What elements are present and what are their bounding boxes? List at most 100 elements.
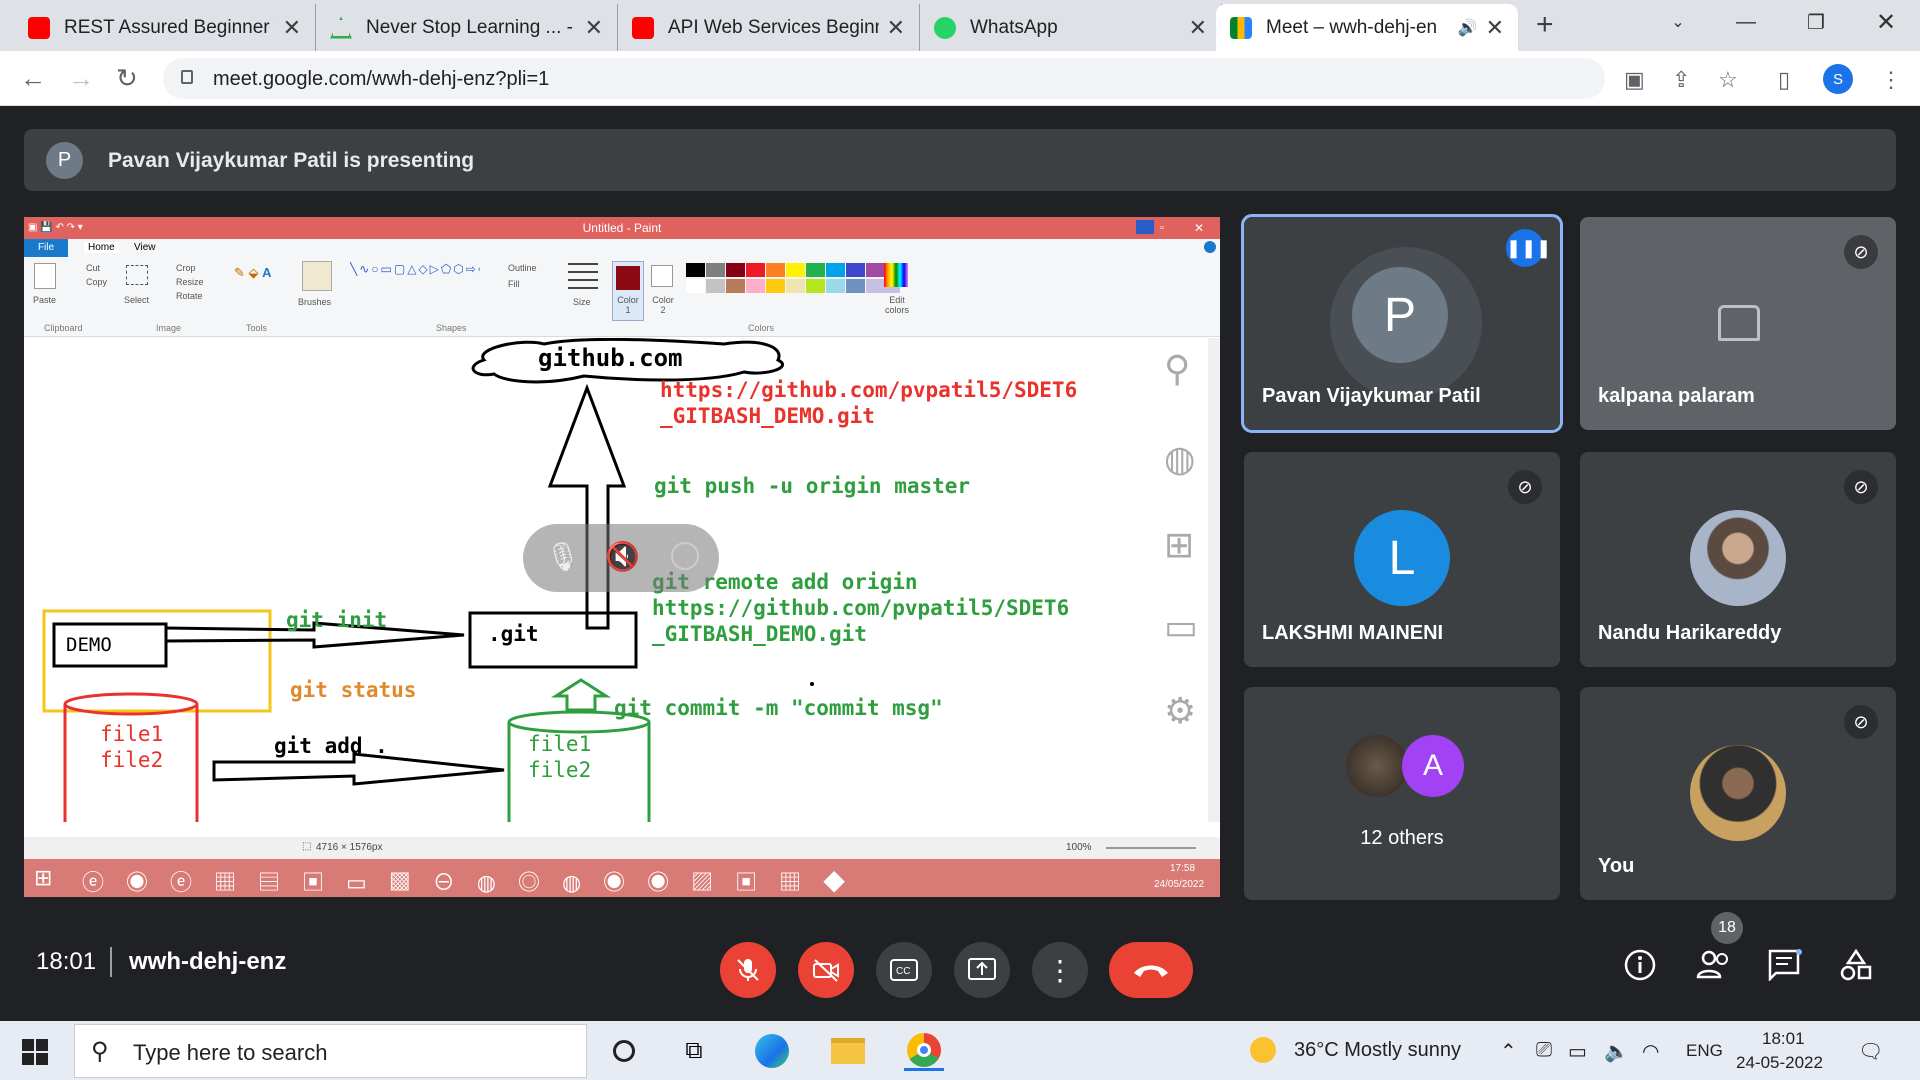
- color2-swatch: [651, 265, 673, 287]
- palette: [686, 263, 900, 307]
- remove-icon[interactable]: [671, 542, 699, 570]
- start-button[interactable]: [22, 1039, 48, 1065]
- forward-icon[interactable]: →: [68, 63, 94, 94]
- reload-icon[interactable]: ↻: [116, 63, 138, 94]
- bookmark-star-icon[interactable]: ☆: [1718, 67, 1738, 93]
- copy-label: Copy: [86, 277, 108, 287]
- working-file1: file1: [100, 722, 164, 746]
- outline-label: Outline: [508, 263, 537, 273]
- activities-button[interactable]: [1840, 948, 1872, 986]
- participants-button[interactable]: [1696, 949, 1732, 984]
- back-icon[interactable]: ←: [20, 63, 46, 94]
- share-icon[interactable]: ⇪: [1672, 67, 1690, 93]
- magnifier-icon: ⚲: [1164, 348, 1191, 389]
- select-icon: [126, 265, 148, 285]
- mic-toggle-button[interactable]: [720, 942, 776, 998]
- photo-avatar: [1690, 510, 1786, 606]
- clock-date[interactable]: 24-05-2022: [1736, 1053, 1823, 1073]
- presenter-controls-overlay[interactable]: 🎙 🔇: [523, 524, 719, 592]
- new-tab-button[interactable]: +: [1536, 8, 1554, 42]
- info-icon: [1624, 949, 1656, 981]
- shared-clock-date: 24/05/2022: [1154, 879, 1205, 890]
- participant-tile-kalpana[interactable]: ⊘ kalpana palaram: [1580, 217, 1896, 430]
- participant-tile-nandu[interactable]: ⊘ Nandu Harikareddy: [1580, 452, 1896, 667]
- browser-tab-strip: REST Assured Beginner Tu ✕ Never Stop Le…: [0, 0, 1920, 51]
- mic-off-icon: [737, 959, 759, 981]
- weather-text[interactable]: 36°C Mostly sunny: [1294, 1039, 1461, 1062]
- minimize-button[interactable]: —: [1712, 0, 1780, 44]
- tab-title: REST Assured Beginner Tu: [64, 16, 275, 38]
- paint-title-bar: Untitled - Paint ▣ 💾 ↶ ↷ ▾ ▫ ✕: [24, 217, 1220, 239]
- laptop-icon: [1718, 305, 1760, 341]
- speaker-off-icon[interactable]: 🔇: [605, 540, 640, 573]
- volume-icon[interactable]: 🔈: [1604, 1039, 1629, 1064]
- omnibox[interactable]: meet.google.com/wwh-dehj-enz?pli=1: [163, 58, 1605, 99]
- participant-tile-lakshmi[interactable]: ⊘ L LAKSHMI MAINENI: [1244, 452, 1560, 667]
- language-indicator[interactable]: ENG: [1686, 1041, 1723, 1061]
- camera-toggle-button[interactable]: [798, 942, 854, 998]
- tab-meet[interactable]: Meet – wwh-dehj-en 🔊 ✕: [1216, 4, 1518, 51]
- shapes-group: Shapes: [436, 323, 467, 333]
- people-icon: [1696, 950, 1728, 979]
- edit-colors-label: Edit colors: [884, 295, 909, 315]
- tab-title: WhatsApp: [970, 16, 1058, 38]
- edge-app[interactable]: [752, 1031, 792, 1071]
- task-view-button[interactable]: ⧉: [674, 1031, 714, 1071]
- speaking-indicator-icon: ❚❚❚: [1506, 229, 1551, 267]
- close-icon[interactable]: ✕: [1486, 15, 1504, 41]
- presenting-text: Pavan Vijaykumar Patil is presenting: [108, 149, 475, 172]
- paint-quick-access: ▣ 💾 ↶ ↷ ▾: [28, 222, 83, 233]
- participant-tile-pavan[interactable]: P ❚❚❚ Pavan Vijaykumar Patil: [1241, 214, 1563, 433]
- brushes-label: Brushes: [298, 297, 332, 307]
- tab-api-web-services[interactable]: API Web Services Beginne ✕: [618, 4, 920, 51]
- chat-button[interactable]: [1768, 949, 1802, 986]
- clock-time[interactable]: 18:01: [1762, 1029, 1805, 1049]
- avatar: P: [1352, 267, 1448, 363]
- taskbar-search-box[interactable]: ⚲ Type here to search: [74, 1024, 587, 1078]
- profile-avatar[interactable]: S: [1823, 64, 1853, 94]
- url-text[interactable]: meet.google.com/wwh-dehj-enz?pli=1: [213, 68, 549, 91]
- close-icon[interactable]: ✕: [887, 15, 905, 41]
- more-vert-icon: ⋮: [1046, 954, 1074, 986]
- participant-tile-others[interactable]: A 12 others: [1244, 687, 1560, 900]
- cortana-button[interactable]: [604, 1031, 644, 1071]
- camera-blocked-icon[interactable]: ▣: [1624, 67, 1645, 93]
- file-explorer-app[interactable]: [828, 1031, 868, 1071]
- wifi-icon[interactable]: ◠: [1642, 1039, 1659, 1064]
- tray-chevron-icon[interactable]: ⌃: [1500, 1039, 1517, 1064]
- participant-tile-you[interactable]: ⊘ You: [1580, 687, 1896, 900]
- close-icon[interactable]: ✕: [1189, 15, 1207, 41]
- tab-rest-assured[interactable]: REST Assured Beginner Tu ✕: [14, 4, 316, 51]
- mic-off-icon[interactable]: 🎙: [545, 540, 581, 573]
- chrome-app[interactable]: [904, 1031, 944, 1071]
- restore-button[interactable]: ❐: [1782, 0, 1850, 44]
- canvas-size: 4716 × 1576px: [316, 842, 383, 853]
- more-options-button[interactable]: ⋮: [1032, 942, 1088, 998]
- side-panel-icon[interactable]: ▯: [1778, 67, 1790, 93]
- tab-never-stop-learning[interactable]: Never Stop Learning ... - A ✕: [316, 4, 618, 51]
- captions-button[interactable]: CC: [876, 942, 932, 998]
- staged-file1: file1: [528, 732, 592, 756]
- photo-avatar: [1690, 745, 1786, 841]
- close-window-button[interactable]: ✕: [1852, 0, 1920, 44]
- present-button[interactable]: [954, 942, 1010, 998]
- shared-windows-taskbar: ⊞ ⓔ◉ⓔ▦▤▣▭▩⊖◍◎◍◉◉▨▣▦◆ 17:58 24/05/2022: [24, 859, 1220, 897]
- menu-kebab-icon[interactable]: ⋮: [1880, 67, 1902, 93]
- close-icon[interactable]: ✕: [585, 15, 603, 41]
- battery-icon[interactable]: ▭: [1568, 1039, 1587, 1064]
- app-icon: [330, 16, 352, 39]
- commit-command: git commit -m "commit msg": [614, 696, 943, 720]
- tab-whatsapp[interactable]: WhatsApp ✕: [920, 4, 1222, 51]
- photo-avatar: [1346, 735, 1408, 797]
- leave-call-button[interactable]: [1109, 942, 1193, 998]
- tab-search-icon[interactable]: ⌄: [1644, 0, 1712, 44]
- paste-label: Paste: [33, 295, 57, 305]
- youtube-icon: [28, 16, 50, 39]
- paint-home-tab: Home: [84, 242, 119, 253]
- meeting-details-button[interactable]: [1624, 949, 1656, 986]
- participant-name: You: [1598, 855, 1635, 877]
- clipboard-group: Clipboard: [44, 323, 83, 333]
- meet-tray-icon[interactable]: ⎚: [1536, 1039, 1552, 1062]
- close-icon[interactable]: ✕: [283, 15, 301, 41]
- notifications-icon[interactable]: 🗨: [1858, 1039, 1883, 1064]
